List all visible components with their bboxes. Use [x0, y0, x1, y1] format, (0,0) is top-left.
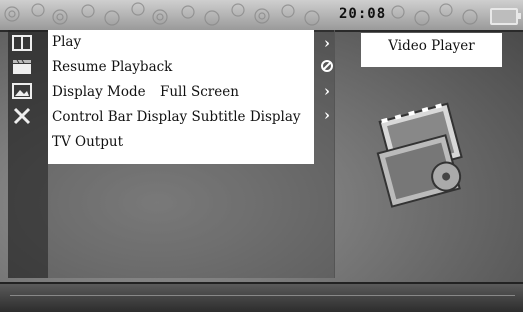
- chevron-right-icon[interactable]: ›: [320, 83, 334, 99]
- menu-item-display-mode[interactable]: Display Mode Full Screen: [52, 84, 314, 100]
- menu-item-play[interactable]: Play: [52, 34, 81, 50]
- image-icon[interactable]: [12, 83, 34, 103]
- page-title: Video Player: [361, 33, 502, 67]
- menu-item-control-bar-display[interactable]: Control Bar Display Subtitle Display: [52, 109, 301, 125]
- menu-item-label: Resume Playback: [52, 59, 173, 75]
- divider: [10, 295, 515, 296]
- settings-menu: Play Resume Playback Display Mode Full S…: [48, 30, 314, 164]
- menu-item-label: Play: [52, 34, 82, 50]
- status-bar: 20:08: [0, 0, 523, 32]
- battery-icon: [490, 8, 521, 25]
- menu-item-label: Display Mode: [52, 84, 146, 100]
- swirl-pattern: [4, 2, 478, 26]
- bottom-bar: [0, 282, 523, 312]
- menu-item-tv-output[interactable]: TV Output: [52, 134, 123, 150]
- control-bar-value: Subtitle Display: [191, 109, 301, 125]
- menu-item-label: Control Bar Display: [52, 109, 188, 125]
- chevron-right-icon[interactable]: ›: [320, 107, 334, 123]
- film-clap-icon[interactable]: [12, 59, 34, 79]
- clock-display: 20:08: [339, 6, 387, 22]
- video-player-screen: 20:08 Play Resume Playback Display Mode …: [0, 0, 523, 312]
- film-reel-icon: [376, 102, 463, 208]
- menu-item-resume-playback[interactable]: Resume Playback: [52, 59, 172, 75]
- no-entry-icon: [320, 59, 334, 75]
- book-icon[interactable]: [12, 35, 34, 55]
- chevron-right-icon[interactable]: ›: [320, 35, 334, 51]
- menu-item-label: TV Output: [52, 134, 123, 150]
- tools-icon[interactable]: [12, 107, 34, 127]
- display-mode-value: Full Screen: [160, 84, 239, 100]
